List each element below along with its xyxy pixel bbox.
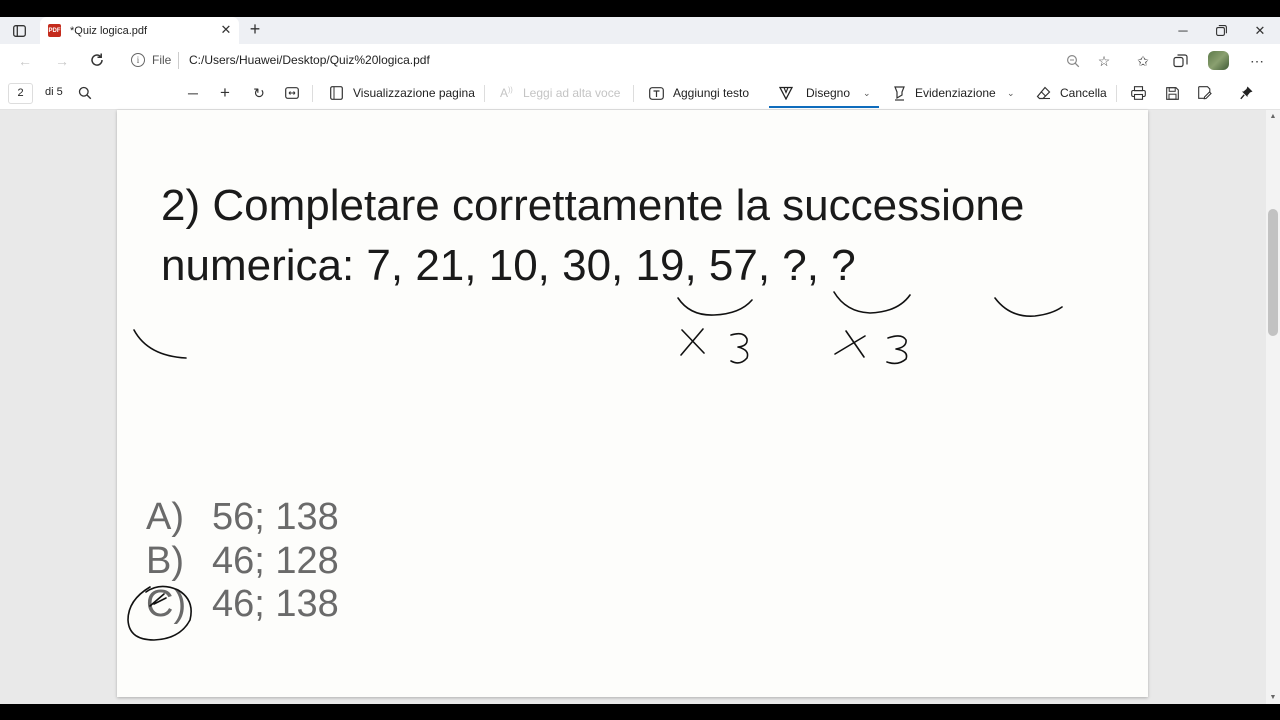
answer-letter: C) xyxy=(146,583,187,625)
answer-option-a: A) 56; 138 xyxy=(146,496,339,540)
question-text: 2) Completare correttamente la successio… xyxy=(161,181,1025,290)
save-icon[interactable] xyxy=(1163,84,1181,102)
answer-value: 56; 138 xyxy=(212,496,339,538)
draw-icon xyxy=(777,84,795,102)
url-field[interactable]: C:/Users/Huawei/Desktop/Quiz%20logica.pd… xyxy=(189,53,430,67)
answer-list: A) 56; 138 B) 46; 128 C) 46; 138 xyxy=(146,496,339,627)
toolbar-separator xyxy=(1116,85,1117,102)
restore-icon[interactable] xyxy=(1202,17,1240,44)
address-bar: ← → i File C:/Users/Huawei/Desktop/Quiz%… xyxy=(0,44,1280,77)
scroll-down-arrow-icon[interactable]: ▼ xyxy=(1268,694,1278,701)
profile-avatar[interactable] xyxy=(1208,51,1229,70)
page-total: di 5 xyxy=(45,86,63,98)
collections-icon[interactable] xyxy=(1170,51,1190,71)
pdf-toolbar: 2 di 5 ─ + ↻ Visualizzazione pagina A)) … xyxy=(0,77,1280,110)
rotate-icon[interactable]: ↻ xyxy=(250,84,268,102)
scrollbar-thumb[interactable] xyxy=(1268,209,1278,336)
vertical-scrollbar[interactable] xyxy=(1266,110,1280,704)
add-text-button[interactable]: Aggiungi testo xyxy=(673,86,749,100)
new-tab-icon[interactable]: + xyxy=(246,20,264,39)
toolbar-separator xyxy=(312,85,313,102)
more-options-icon[interactable]: ⋯ xyxy=(1247,51,1267,71)
answer-letter: A) xyxy=(146,496,184,538)
fit-page-icon[interactable] xyxy=(283,84,301,102)
info-icon[interactable]: i xyxy=(131,53,145,67)
add-text-icon xyxy=(647,84,665,102)
file-scheme-label: File xyxy=(152,53,172,67)
answer-value: 46; 128 xyxy=(212,539,339,582)
answer-option-b: B) 46; 128 xyxy=(146,540,339,584)
print-icon[interactable] xyxy=(1129,84,1147,102)
page-view-icon xyxy=(327,84,345,102)
draw-button[interactable]: Disegno xyxy=(806,86,850,100)
answer-value: 46; 138 xyxy=(212,583,339,625)
save-as-icon[interactable] xyxy=(1196,84,1214,102)
tab-actions-button[interactable] xyxy=(8,21,30,41)
read-aloud-icon: A)) xyxy=(500,86,513,100)
tab-title: *Quiz logica.pdf xyxy=(70,24,148,37)
erase-button[interactable]: Cancella xyxy=(1060,86,1107,100)
reload-icon[interactable] xyxy=(88,51,106,69)
read-aloud-button[interactable]: Leggi ad alta voce xyxy=(523,86,620,100)
zoom-icon[interactable] xyxy=(1063,51,1083,71)
forward-icon[interactable]: → xyxy=(55,53,69,69)
add-favorite-icon[interactable]: ☆ xyxy=(1094,51,1114,71)
tab-actions-icon xyxy=(12,25,26,37)
bottom-black-border xyxy=(0,704,1280,720)
draw-dropdown-chevron-icon[interactable]: ⌄ xyxy=(863,88,871,99)
favorites-icon[interactable]: ✩ xyxy=(1133,51,1153,71)
answer-option-c: C) 46; 138 xyxy=(146,583,339,627)
page-view-button[interactable]: Visualizzazione pagina xyxy=(353,86,475,100)
pdf-page: 2) Completare correttamente la successio… xyxy=(117,110,1148,697)
tab-quiz-logica[interactable]: PDF *Quiz logica.pdf ✕ xyxy=(40,17,239,44)
highlight-icon xyxy=(890,84,908,102)
answer-letter: B) xyxy=(146,539,184,582)
top-black-border xyxy=(0,0,1280,17)
search-icon[interactable] xyxy=(76,84,94,102)
toolbar-separator xyxy=(633,85,634,102)
minimize-icon[interactable]: ─ xyxy=(1164,17,1202,44)
zoom-out-icon[interactable]: ─ xyxy=(184,84,202,102)
toolbar-separator xyxy=(484,85,485,102)
draw-active-indicator xyxy=(769,106,879,108)
highlight-button[interactable]: Evidenziazione xyxy=(915,86,996,100)
tab-strip: PDF *Quiz logica.pdf ✕ + ─ ✕ xyxy=(0,17,1280,44)
back-icon[interactable]: ← xyxy=(18,53,32,69)
eraser-icon xyxy=(1034,84,1052,102)
pdf-file-icon: PDF xyxy=(48,24,61,37)
pin-toolbar-icon[interactable] xyxy=(1237,84,1255,102)
zoom-in-icon[interactable]: + xyxy=(216,83,234,102)
tab-close-icon[interactable]: ✕ xyxy=(219,23,233,37)
close-window-icon[interactable]: ✕ xyxy=(1241,17,1279,44)
scroll-up-arrow-icon[interactable]: ▲ xyxy=(1268,113,1278,120)
page-number-input[interactable]: 2 xyxy=(8,83,33,104)
address-separator xyxy=(178,52,179,69)
highlight-dropdown-chevron-icon[interactable]: ⌄ xyxy=(1007,88,1015,99)
